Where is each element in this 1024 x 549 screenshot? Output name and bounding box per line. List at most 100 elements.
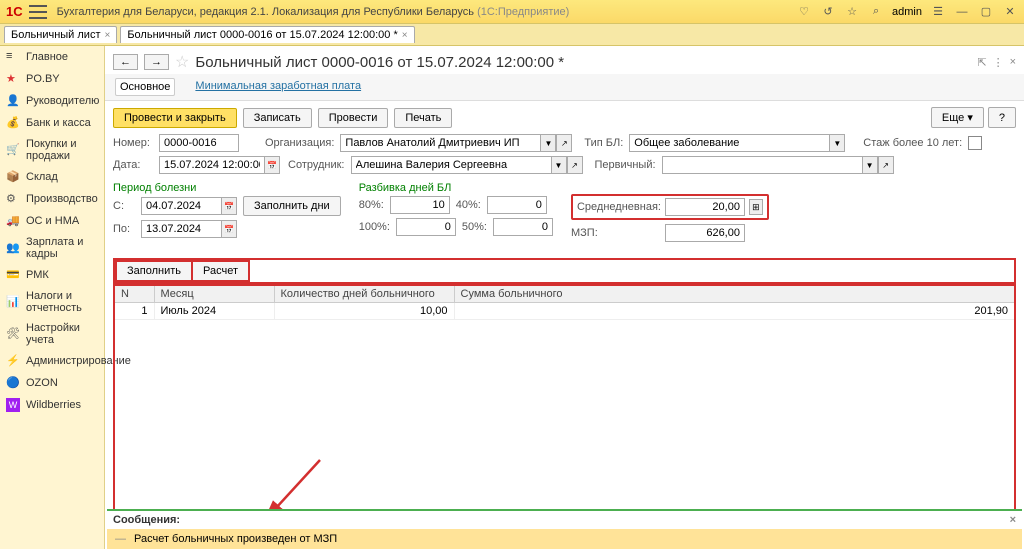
type-field[interactable] — [629, 134, 829, 152]
from-field[interactable] — [141, 197, 221, 215]
open-icon[interactable]: ↗ — [878, 156, 894, 174]
home-icon: ≡ — [6, 50, 20, 64]
close-panel-icon[interactable]: × — [1010, 56, 1016, 69]
emp-label: Сотрудник: — [288, 159, 345, 171]
p80-field[interactable] — [390, 196, 450, 214]
back-button[interactable]: ← — [113, 54, 138, 70]
kebab-icon[interactable]: ⋮ — [993, 56, 1004, 69]
date-field[interactable] — [159, 156, 264, 174]
bell-icon[interactable]: ♡ — [796, 4, 812, 20]
col-sum[interactable]: Сумма больничного — [454, 285, 1015, 303]
menu2-icon[interactable]: ☰ — [930, 4, 946, 20]
page-title: Больничный лист 0000-0016 от 15.07.2024 … — [195, 54, 564, 71]
user-label[interactable]: admin — [892, 6, 922, 18]
pos-icon: 💳 — [6, 268, 20, 282]
history-icon[interactable]: ↺ — [820, 4, 836, 20]
sidebar-settings[interactable]: 🛠Настройки учета — [0, 318, 104, 350]
print-button[interactable]: Печать — [394, 108, 452, 128]
subtab-main[interactable]: Основное — [115, 78, 175, 96]
p40-field[interactable] — [487, 196, 547, 214]
sidebar-wb[interactable]: WWildberries — [0, 394, 104, 416]
mzp-field[interactable] — [665, 224, 745, 242]
chevron-down-icon[interactable]: ▼ — [551, 156, 567, 174]
open-icon[interactable]: ↗ — [556, 134, 572, 152]
mzp-label: МЗП: — [571, 227, 659, 239]
favorite-icon[interactable]: ☆ — [175, 52, 189, 72]
minimize-icon[interactable]: — — [954, 4, 970, 20]
sidebar-manager[interactable]: 👤Руководителю — [0, 90, 104, 112]
number-field[interactable] — [159, 134, 239, 152]
stazh-checkbox[interactable] — [968, 136, 982, 150]
fill-days-button[interactable]: Заполнить дни — [243, 196, 341, 216]
split-title: Разбивка дней БЛ — [359, 182, 553, 194]
chevron-down-icon[interactable]: ▼ — [829, 134, 845, 152]
sidebar-tax[interactable]: 📊Налоги и отчетность — [0, 286, 104, 318]
topbar: 1С Бухгалтерия для Беларуси, редакция 2.… — [0, 0, 1024, 24]
date-label: Дата: — [113, 159, 153, 171]
open-icon[interactable]: ↗ — [567, 156, 583, 174]
settings-icon: 🛠 — [6, 327, 20, 341]
col-days[interactable]: Количество дней больничного — [274, 285, 454, 303]
close-icon[interactable]: × — [104, 30, 110, 41]
primary-label: Первичный: — [595, 159, 656, 171]
help-button[interactable]: ? — [988, 107, 1016, 128]
sidebar-sales[interactable]: 🛒Покупки и продажи — [0, 134, 104, 166]
to-field[interactable] — [141, 220, 221, 238]
bank-icon: 💰 — [6, 116, 20, 130]
subtab-mzp[interactable]: Минимальная заработная плата — [191, 78, 365, 96]
gear-icon: ⚙ — [6, 192, 20, 206]
wb-icon: W — [6, 398, 20, 412]
calendar-icon[interactable]: 📅 — [221, 197, 237, 215]
sidebar-salary[interactable]: 👥Зарплата и кадры — [0, 232, 104, 264]
p100-field[interactable] — [396, 218, 456, 236]
calc-button[interactable]: Расчет — [192, 260, 250, 282]
calendar-icon[interactable]: 📅 — [221, 220, 237, 238]
sidebar-admin[interactable]: ⚡Администрирование — [0, 350, 104, 372]
calendar-icon[interactable]: 📅 — [264, 156, 280, 174]
save-button[interactable]: Записать — [243, 108, 312, 128]
post-button[interactable]: Провести — [318, 108, 389, 128]
primary-field[interactable] — [662, 156, 862, 174]
sidebar-stock[interactable]: 📦Склад — [0, 166, 104, 188]
fill-button[interactable]: Заполнить — [115, 260, 192, 282]
close-icon[interactable]: ✕ — [1002, 4, 1018, 20]
close-messages-icon[interactable]: × — [1010, 514, 1016, 526]
avg-box: Среднедневная: ⊞ — [571, 194, 769, 220]
col-n[interactable]: N — [114, 285, 154, 303]
restore-icon[interactable]: ▢ — [978, 4, 994, 20]
search-icon[interactable]: ⌕ — [868, 4, 884, 20]
p50-field[interactable] — [493, 218, 553, 236]
chevron-down-icon[interactable]: ▼ — [862, 156, 878, 174]
popout-icon[interactable]: ⇱ — [977, 56, 986, 69]
sidebar-bank[interactable]: 💰Банк и касса — [0, 112, 104, 134]
tab-1[interactable]: Больничный лист 0000-0016 от 15.07.2024 … — [120, 26, 414, 43]
col-month[interactable]: Месяц — [154, 285, 274, 303]
p50-label: 50%: — [462, 221, 487, 233]
tab-0[interactable]: Больничный лист× — [4, 26, 117, 43]
people-icon: 👥 — [6, 241, 20, 255]
number-label: Номер: — [113, 137, 153, 149]
sidebar-poby[interactable]: ★PO.BY — [0, 68, 104, 90]
p40-label: 40%: — [456, 199, 481, 211]
message-row[interactable]: —Расчет больничных произведен от МЗП — [107, 529, 1022, 549]
avg-field[interactable] — [665, 198, 745, 216]
calc-icon[interactable]: ⊞ — [749, 199, 763, 215]
more-button[interactable]: Еще ▾ — [931, 107, 984, 128]
sidebar-main[interactable]: ≡Главное — [0, 46, 104, 68]
emp-field[interactable] — [351, 156, 551, 174]
org-field[interactable] — [340, 134, 540, 152]
p100-label: 100%: — [359, 221, 390, 233]
menu-icon[interactable] — [29, 5, 47, 19]
sidebar-assets[interactable]: 🚚ОС и НМА — [0, 210, 104, 232]
sidebar-prod[interactable]: ⚙Производство — [0, 188, 104, 210]
forward-button[interactable]: → — [144, 54, 169, 70]
post-close-button[interactable]: Провести и закрыть — [113, 108, 237, 128]
box-icon: 📦 — [6, 170, 20, 184]
close-icon[interactable]: × — [402, 30, 408, 41]
sidebar-ozon[interactable]: 🔵OZON — [0, 372, 104, 394]
star-icon[interactable]: ☆ — [844, 4, 860, 20]
messages-panel: Сообщения:× —Расчет больничных произведе… — [107, 509, 1022, 549]
table-row[interactable]: 1 Июль 2024 10,00 201,90 — [114, 303, 1015, 320]
chevron-down-icon[interactable]: ▼ — [540, 134, 556, 152]
sidebar-rmk[interactable]: 💳РМК — [0, 264, 104, 286]
